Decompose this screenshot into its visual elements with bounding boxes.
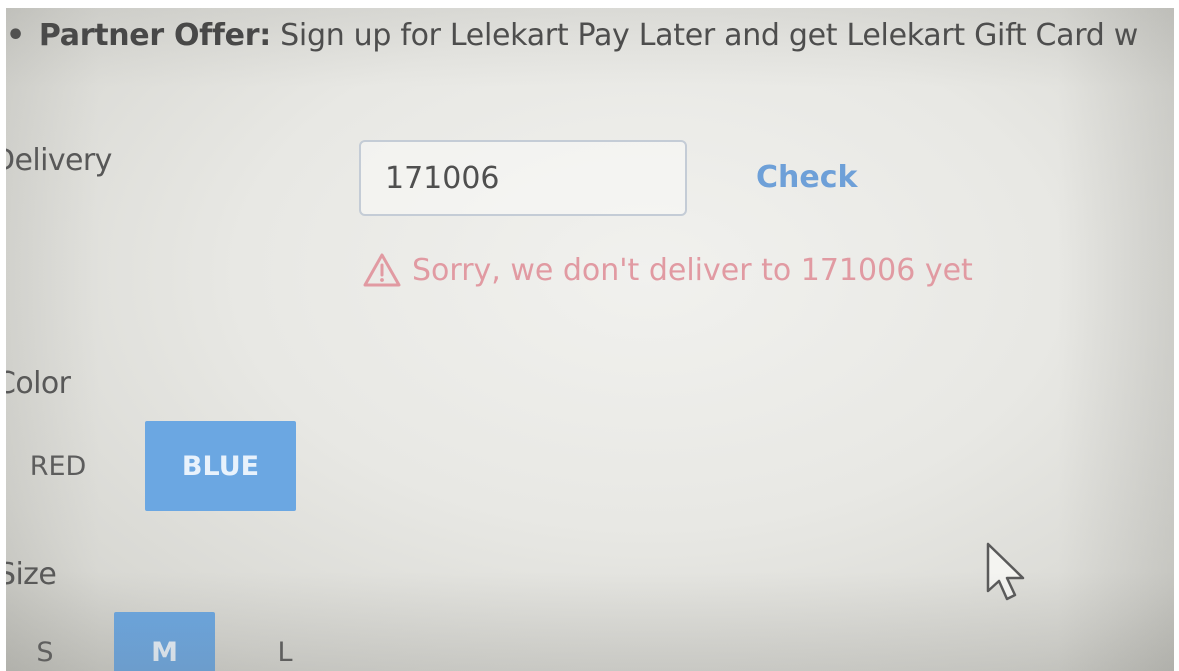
offer-bullet: • [6,18,25,53]
check-button[interactable]: Check [756,160,857,195]
offer-prefix: Partner Offer: [38,18,271,53]
delivery-error-message: Sorry, we don't deliver to 171006 yet [362,252,973,288]
product-page-screen: • Partner Offer: Sign up for Lelekart Pay… [6,8,1174,671]
size-label: Size [6,557,57,592]
color-label: Color [6,366,71,401]
offer-text: Sign up for Lelekart Pay Later and get L… [270,18,1138,53]
size-option-m[interactable]: M [114,612,215,671]
delivery-label: Delivery [6,143,112,178]
partner-offer-banner: • Partner Offer: Sign up for Lelekart Pay… [6,18,1138,53]
size-option-l[interactable]: L [256,612,314,671]
color-option-red[interactable]: RED [12,421,104,511]
pincode-input[interactable] [359,140,687,216]
error-text: Sorry, we don't deliver to 171006 yet [412,252,973,288]
size-option-s[interactable]: S [16,612,74,671]
warning-triangle-icon [363,253,401,287]
color-option-blue[interactable]: BLUE [145,421,296,511]
mouse-cursor-icon [986,542,1025,601]
